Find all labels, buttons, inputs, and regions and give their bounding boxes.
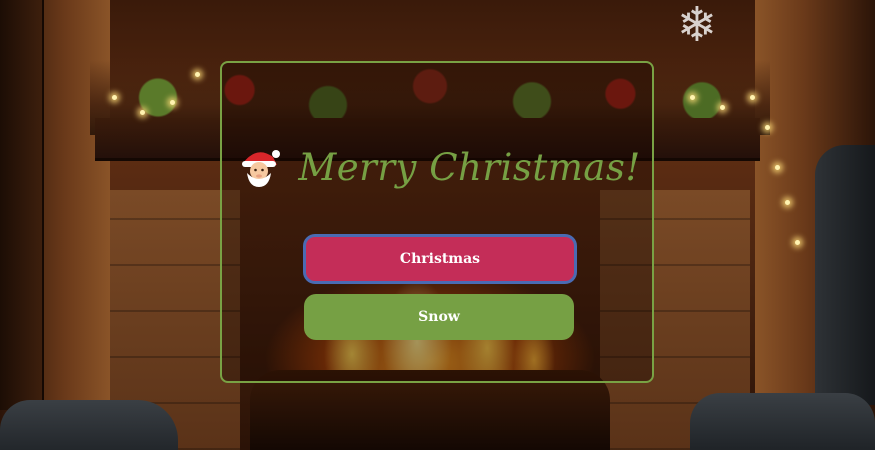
snowflake-decoration-icon: ❄ bbox=[676, 0, 718, 53]
fireplace-background: ❄ Merry Christmas! Christmas Snow bbox=[0, 0, 875, 450]
string-light bbox=[775, 165, 780, 170]
string-light bbox=[195, 72, 200, 77]
title-row: Merry Christmas! bbox=[222, 145, 656, 189]
greeting-card: Merry Christmas! Christmas Snow bbox=[220, 61, 654, 383]
string-light bbox=[140, 110, 145, 115]
string-light bbox=[795, 240, 800, 245]
armchair-back bbox=[815, 145, 875, 405]
string-light bbox=[170, 100, 175, 105]
string-light bbox=[750, 95, 755, 100]
string-light bbox=[690, 95, 695, 100]
armchair-right bbox=[690, 393, 875, 450]
string-light bbox=[112, 95, 117, 100]
string-light bbox=[785, 200, 790, 205]
santa-icon bbox=[237, 145, 281, 189]
page-title: Merry Christmas! bbox=[298, 145, 641, 189]
string-light bbox=[720, 105, 725, 110]
string-light bbox=[765, 125, 770, 130]
armchair-left bbox=[0, 400, 178, 450]
snow-button[interactable]: Snow bbox=[304, 294, 574, 340]
christmas-button[interactable]: Christmas bbox=[303, 234, 577, 284]
door-frame bbox=[0, 0, 44, 410]
